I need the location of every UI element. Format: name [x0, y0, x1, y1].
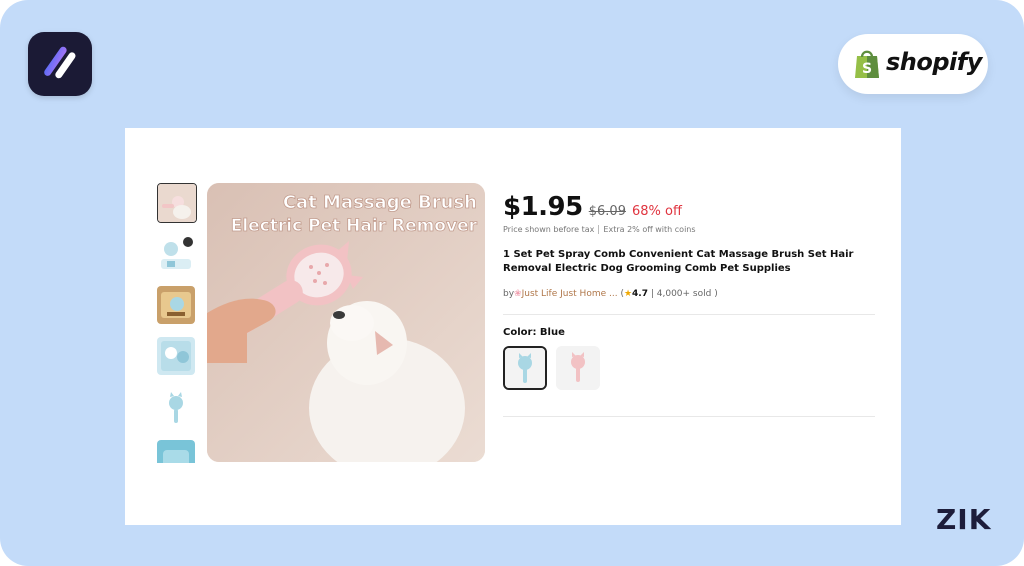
sold-count: | 4,000+ sold )	[650, 289, 718, 299]
shopify-bag-icon: S	[852, 48, 882, 84]
thumbnail-list	[157, 183, 197, 463]
tax-note: Price shown before tax	[503, 225, 595, 234]
image-headline-line1: Cat Massage Brush	[283, 192, 477, 213]
svg-text:S: S	[862, 61, 872, 77]
swatch-pink[interactable]	[556, 346, 600, 390]
shopify-wordmark: shopify	[886, 48, 982, 76]
current-price: $1.95	[503, 192, 583, 222]
coins-note: Extra 2% off with coins	[603, 225, 696, 234]
image-headline-line2: Electric Pet Hair Remover	[231, 216, 478, 236]
thumbnail-blue-cat-pack[interactable]	[157, 235, 195, 273]
note-divider	[598, 225, 600, 234]
stripes-logo-icon	[28, 32, 92, 96]
divider	[503, 416, 875, 417]
by-label: by	[503, 289, 515, 299]
seller-rating-line: by❀Just Life Just Home ... (★4.7 | 4,000…	[503, 289, 718, 299]
star-icon: ★	[623, 289, 633, 299]
discount-badge: 68% off	[631, 204, 682, 219]
seller-link[interactable]: Just Life Just Home ...	[522, 289, 618, 299]
thumbnail-blue-package[interactable]	[157, 337, 195, 375]
main-product-image[interactable]: Cat Massage Brush Electric Pet Hair Remo…	[207, 183, 485, 462]
thumbnail-blue-comb[interactable]	[157, 389, 195, 427]
zik-watermark: ZIK	[936, 503, 992, 536]
shopify-badge: S shopify	[838, 34, 988, 94]
divider	[503, 314, 875, 315]
original-price: $6.09	[588, 204, 626, 219]
thumbnail-main[interactable]	[157, 183, 197, 223]
price-note: Price shown before tax Extra 2% off with …	[503, 225, 696, 234]
thumbnail-blue-detail[interactable]	[157, 440, 195, 463]
promo-frame: S shopify Cat Massage Brush Electric Pet…	[0, 0, 1024, 566]
product-title: 1 Set Pet Spray Comb Convenient Cat Mass…	[503, 249, 854, 274]
color-label: Color: Blue	[503, 327, 565, 338]
swatch-blue[interactable]	[503, 346, 547, 390]
store-flower-icon: ❀	[514, 289, 522, 299]
price-row: $1.95 $6.09 68% off	[503, 192, 682, 226]
rating-value: 4.7	[632, 289, 648, 299]
thumbnail-boxed-set[interactable]	[157, 286, 195, 324]
